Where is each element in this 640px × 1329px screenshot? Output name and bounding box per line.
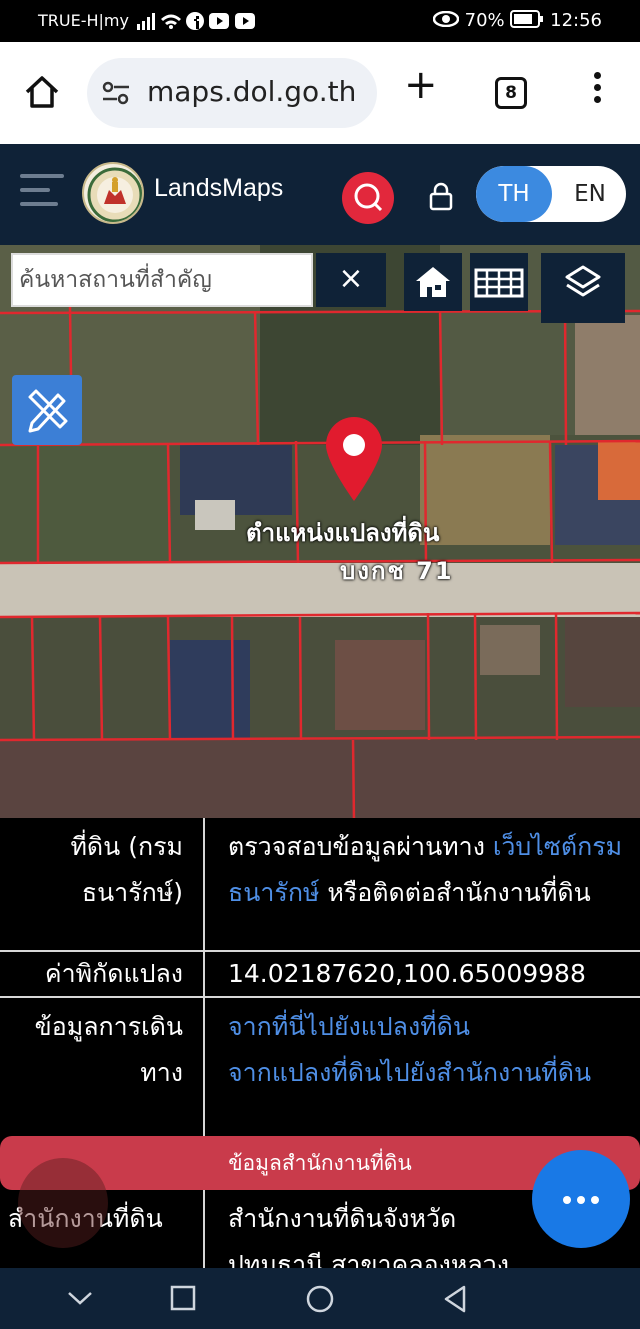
grid-button[interactable]: [470, 253, 528, 311]
system-nav-bar: [0, 1268, 640, 1329]
more-options-button[interactable]: [532, 1150, 630, 1248]
location-pin-icon[interactable]: [322, 415, 386, 505]
status-right: 70% 12:56: [432, 10, 602, 31]
lang-en-button[interactable]: EN: [554, 166, 626, 222]
info-key: ข้อมูลการเดิน ทาง: [0, 998, 205, 1136]
clear-search-button[interactable]: ×: [316, 253, 386, 307]
brand-name: LandsMaps: [154, 174, 284, 202]
url-text: maps.dol.go.th: [147, 75, 357, 108]
menu-icon[interactable]: [20, 174, 64, 210]
lock-icon[interactable]: [428, 181, 454, 211]
recents-icon[interactable]: [170, 1285, 196, 1311]
search-icon: [354, 183, 383, 212]
back-icon[interactable]: [442, 1284, 468, 1314]
info-value: ตรวจสอบข้อมูลผ่านทาง เว็บไซต์กรมธนารักษ์…: [228, 832, 623, 907]
home-icon[interactable]: [22, 72, 62, 112]
carrier-name: TRUE-H|my: [38, 11, 129, 30]
info-value: จากที่นี่ไปยังแปลงที่ดิน จากแปลงที่ดินไป…: [228, 998, 636, 1096]
layers-icon: [565, 265, 601, 297]
home-view-button[interactable]: [404, 253, 462, 311]
language-toggle[interactable]: TH EN: [476, 166, 626, 222]
address-bar[interactable]: maps.dol.go.th: [87, 58, 377, 128]
directions-to-parcel-link[interactable]: จากที่นี่ไปยังแปลงที่ดิน: [228, 1012, 470, 1041]
overlay-circle: [18, 1158, 108, 1248]
app-header: LandsMaps TH EN: [0, 144, 640, 245]
place-search-input[interactable]: [13, 255, 311, 305]
browser-toolbar: maps.dol.go.th + 8: [0, 42, 640, 144]
browser-menu-button[interactable]: [590, 72, 604, 112]
info-row-treasury: ที่ดิน (กรม ธนารักษ์) ตรวจสอบข้อมูลผ่านทา…: [0, 818, 640, 952]
eye-icon: [432, 10, 460, 28]
info-value: สำนักงานที่ดินจังหวัดปทุมธานี สาขาคลองหล…: [228, 1204, 509, 1268]
site-settings-icon[interactable]: [101, 80, 131, 106]
directions-to-office-link[interactable]: จากแปลงที่ดินไปยังสำนักงานที่ดิน: [228, 1058, 591, 1087]
tab-switcher-button[interactable]: 8: [495, 77, 527, 109]
parcel-location-label: ตำแหน่งแปลงที่ดิน: [246, 519, 440, 547]
home-circle-icon[interactable]: [305, 1284, 335, 1314]
department-of-lands-logo: [82, 162, 144, 224]
layers-button[interactable]: [541, 253, 625, 323]
battery-icon: [510, 10, 544, 28]
info-key: ค่าพิกัดแปลง: [0, 952, 205, 996]
lang-th-button[interactable]: TH: [476, 166, 552, 222]
new-tab-button[interactable]: +: [404, 62, 438, 108]
info-row-coordinates: ค่าพิกัดแปลง 14.02187620,100.65009988: [0, 952, 640, 998]
grid-icon: [474, 268, 524, 298]
map-view[interactable]: × ตำแหน่งแปลงที่ดิน บงกช: [0, 245, 640, 820]
info-key: ที่ดิน (กรม ธนารักษ์): [0, 818, 205, 950]
status-bar: TRUE-H|my 70% 12:56: [0, 0, 640, 42]
parcel-code-label: บงกช 71: [340, 557, 454, 585]
search-button[interactable]: [342, 172, 394, 224]
draw-tool-button[interactable]: [12, 375, 82, 445]
signal-icons: [137, 10, 259, 36]
info-row-directions: ข้อมูลการเดิน ทาง จากที่นี่ไปยังแปลงที่ดิ…: [0, 998, 640, 1136]
house-icon: [416, 267, 450, 297]
clock: 12:56: [550, 10, 602, 31]
chevron-down-icon[interactable]: [66, 1288, 94, 1308]
ruler-pencil-icon: [28, 389, 68, 433]
coordinates-link[interactable]: 14.02187620,100.65009988: [228, 952, 636, 996]
battery-percent: 70%: [464, 10, 505, 31]
place-search-box[interactable]: [11, 253, 313, 307]
